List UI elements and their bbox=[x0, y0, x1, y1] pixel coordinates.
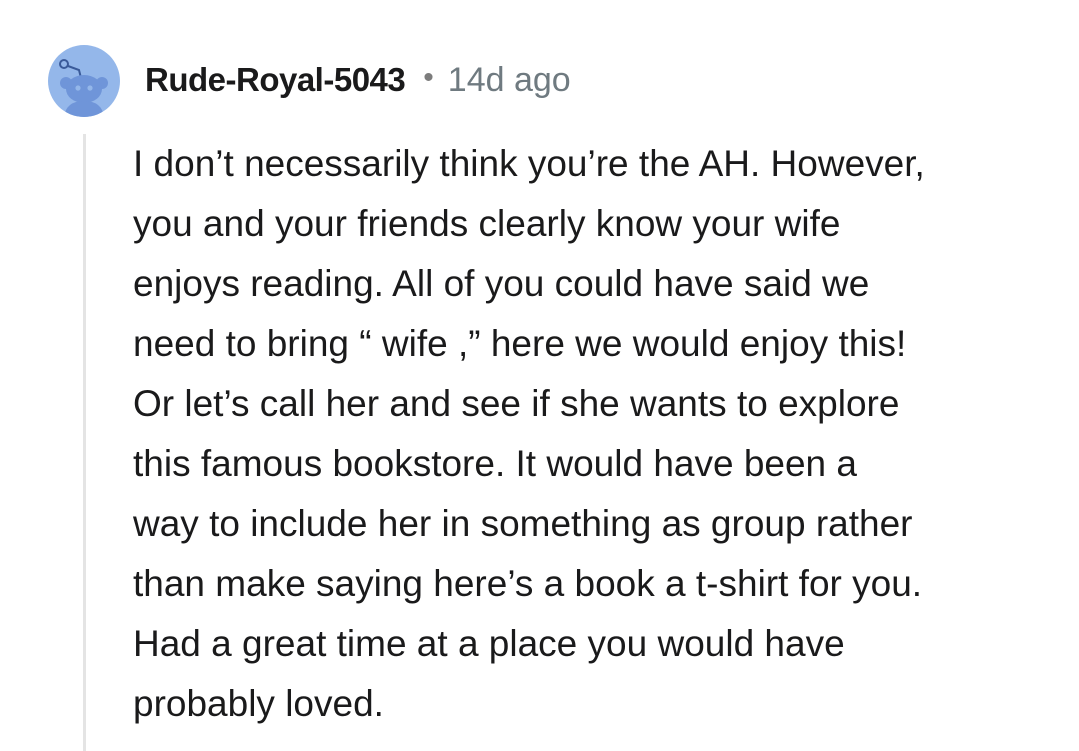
comment-body-line: this famous bookstore. It would have bee… bbox=[133, 443, 857, 484]
comment-body-line: Had a great time at a place you would ha… bbox=[133, 623, 845, 664]
comment-header: Rude-Royal-5043 • 14d ago bbox=[145, 56, 571, 104]
avatar[interactable] bbox=[48, 45, 120, 117]
comment-body-line: than make saying here’s a book a t-shirt… bbox=[133, 563, 923, 604]
comment-body-line: probably loved. bbox=[133, 683, 384, 724]
comment-body-line: way to include her in something as group… bbox=[133, 503, 913, 544]
thread-line[interactable] bbox=[83, 134, 86, 751]
username-link[interactable]: Rude-Royal-5043 bbox=[145, 61, 406, 99]
comment: Rude-Royal-5043 • 14d ago I don’t necess… bbox=[0, 0, 1079, 751]
comment-body-line: Or let’s call her and see if she wants t… bbox=[133, 383, 900, 424]
comment-body: I don’t necessarily think you’re the AH.… bbox=[133, 134, 1038, 734]
comment-body-line: enjoys reading. All of you could have sa… bbox=[133, 263, 870, 304]
reddit-snoo-icon bbox=[59, 59, 108, 117]
comment-body-line: I don’t necessarily think you’re the AH.… bbox=[133, 143, 925, 184]
comment-body-line: need to bring “ wife ,” here we would en… bbox=[133, 323, 907, 364]
comment-body-line: you and your friends clearly know your w… bbox=[133, 203, 841, 244]
timestamp[interactable]: 14d ago bbox=[448, 61, 571, 100]
separator-dot: • bbox=[423, 61, 434, 94]
